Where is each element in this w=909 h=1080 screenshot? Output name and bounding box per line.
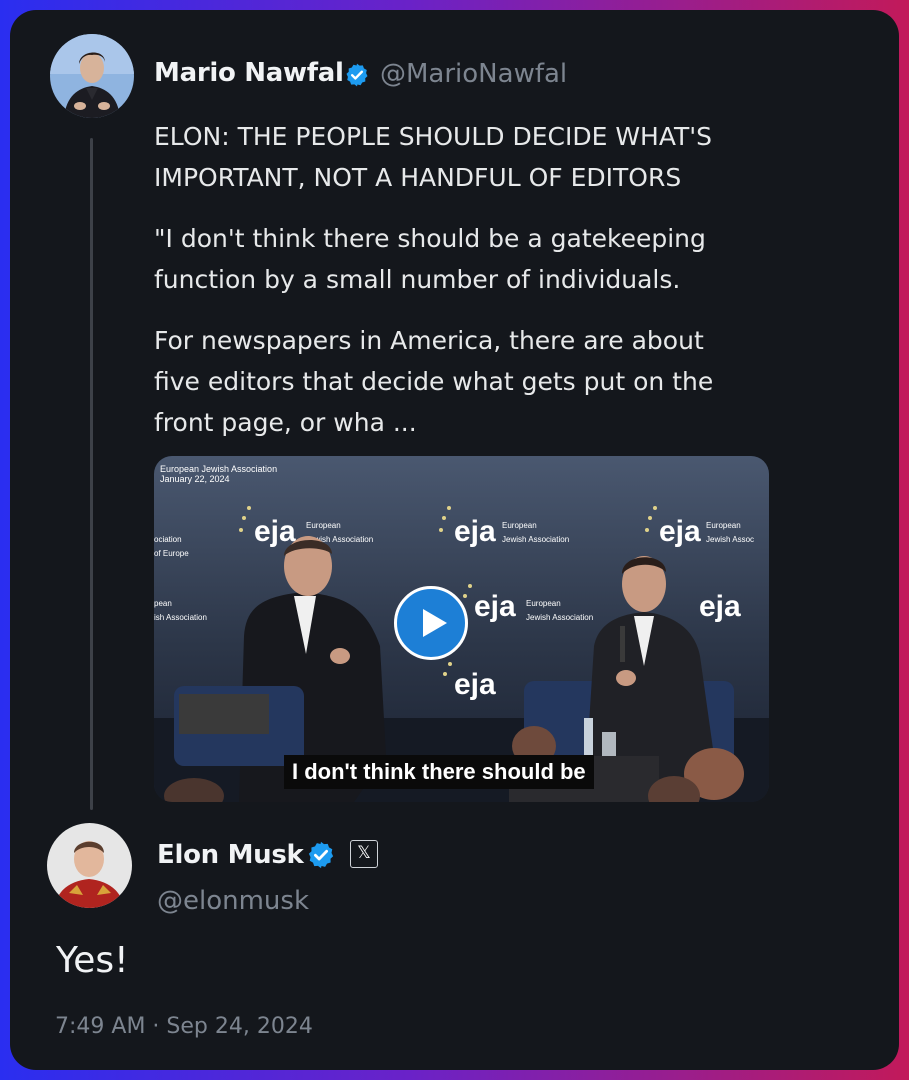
svg-text:eja: eja [474, 590, 516, 623]
svg-text:Jewish Association: Jewish Association [526, 613, 593, 622]
overlay-org: European Jewish Association [160, 464, 278, 474]
svg-text:pean: pean [154, 599, 172, 608]
author-name[interactable]: Mario Nawfal [154, 58, 344, 88]
mario-avatar-image [50, 34, 134, 118]
author-handle[interactable]: @MarioNawfal [380, 59, 567, 89]
play-icon[interactable] [394, 586, 468, 660]
tweet-quote: "I don't think there should be a gatekee… [154, 218, 784, 300]
headline-line-1: ELON: THE PEOPLE SHOULD DECIDE WHAT'S [154, 122, 713, 151]
svg-text:European: European [526, 599, 561, 608]
svg-text:ociation: ociation [154, 535, 182, 544]
overlay-date: January 22, 2024 [160, 474, 230, 484]
tweet-body: For newspapers in America, there are abo… [154, 320, 784, 443]
svg-text:European: European [306, 521, 341, 530]
body-line-2: five editors that decide what gets put o… [154, 367, 714, 396]
tweet-headline: ELON: THE PEOPLE SHOULD DECIDE WHAT'S IM… [154, 116, 784, 198]
body-line-3: front page, or wha ... [154, 408, 417, 437]
svg-text:eja: eja [454, 668, 496, 701]
mario-avatar[interactable] [50, 34, 134, 118]
video-overlay-label: European Jewish Association January 22, … [160, 464, 277, 484]
quote-line-1: "I don't think there should be a gatekee… [154, 224, 706, 253]
elon-avatar[interactable] [47, 823, 132, 908]
svg-text:eja: eja [659, 515, 701, 548]
x-logo-icon[interactable]: 𝕏 [350, 840, 378, 868]
post-timestamp[interactable]: 7:49 AM · Sep 24, 2024 [55, 1014, 313, 1039]
svg-text:eja: eja [699, 590, 741, 623]
video-player[interactable]: eja eja eja eja eja eja European Jewish A… [154, 456, 769, 802]
svg-text:Jewish Assoc: Jewish Assoc [706, 535, 754, 544]
verified-badge-icon [344, 62, 370, 92]
svg-text:eja: eja [254, 515, 296, 548]
thread-connector-line [90, 138, 93, 810]
svg-text:eja: eja [454, 515, 496, 548]
svg-text:of Europe: of Europe [154, 549, 189, 558]
body-line-1: For newspapers in America, there are abo… [154, 326, 704, 355]
video-caption: I don't think there should be [284, 755, 594, 789]
svg-text:European: European [502, 521, 537, 530]
quote-line-2: function by a small number of individual… [154, 265, 681, 294]
elon-avatar-image [47, 823, 132, 908]
svg-text:Jewish Association: Jewish Association [502, 535, 569, 544]
svg-text:ish Association: ish Association [154, 613, 207, 622]
reply-author-name[interactable]: Elon Musk [157, 840, 304, 870]
reply-author-handle[interactable]: @elonmusk [157, 886, 309, 916]
svg-text:European: European [706, 521, 741, 530]
tweet-card: Mario Nawfal @MarioNawfal ELON: THE PEOP… [10, 10, 899, 1070]
reply-text: Yes! [56, 940, 129, 981]
headline-line-2: IMPORTANT, NOT A HANDFUL OF EDITORS [154, 163, 682, 192]
verified-badge-icon [306, 840, 336, 874]
